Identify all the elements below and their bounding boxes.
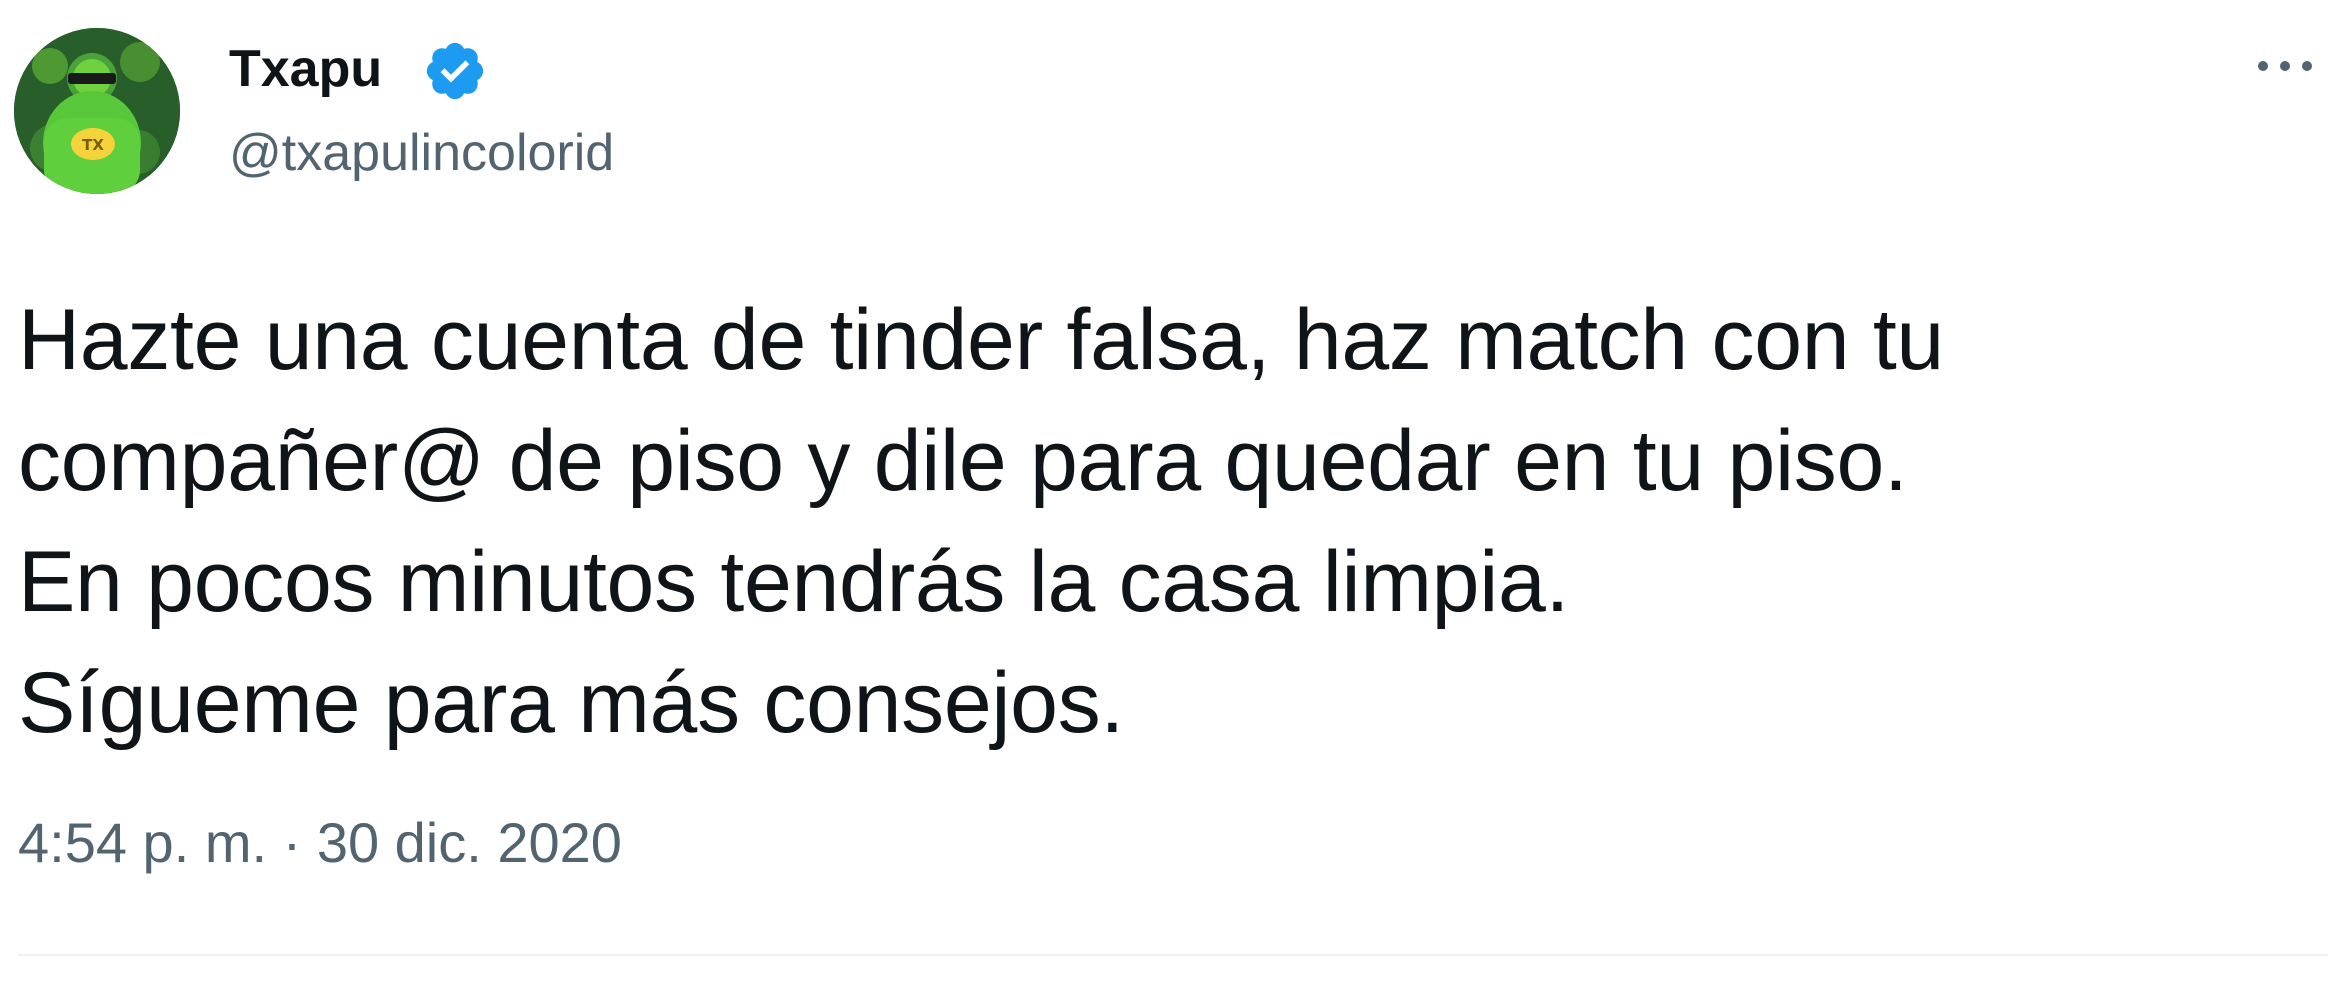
tweet-date[interactable]: 30 dic. 2020 <box>317 811 622 874</box>
meta-separator: · <box>282 811 302 874</box>
more-options-icon <box>2258 61 2312 71</box>
tweet-text-line: Sígueme para más consejos. <box>18 655 1125 751</box>
tweet-timestamp[interactable]: 4:54 p. m. · 30 dic. 2020 <box>18 808 622 878</box>
tweet-time[interactable]: 4:54 p. m. <box>18 811 267 874</box>
tweet-card: TX Txapu @txapulincolorid Hazte una cuen… <box>0 0 2350 985</box>
tweet-text-line: compañer@ de piso y dile para quedar en … <box>18 413 1908 509</box>
tweet-text-line: En pocos minutos tendrás la casa limpia. <box>18 534 1570 630</box>
avatar-badge-text: TX <box>82 136 104 154</box>
verified-badge-icon <box>426 42 484 100</box>
author-name[interactable]: Txapu <box>229 36 382 102</box>
tweet-text: Hazte una cuenta de tinder falsa, haz ma… <box>18 280 2318 764</box>
author-handle[interactable]: @txapulincolorid <box>229 120 614 186</box>
tweet-text-line: Hazte una cuenta de tinder falsa, haz ma… <box>18 292 1944 388</box>
more-options-button[interactable] <box>2240 36 2330 96</box>
avatar-image: TX <box>14 28 180 194</box>
avatar[interactable]: TX <box>14 28 180 194</box>
divider <box>18 954 2328 956</box>
